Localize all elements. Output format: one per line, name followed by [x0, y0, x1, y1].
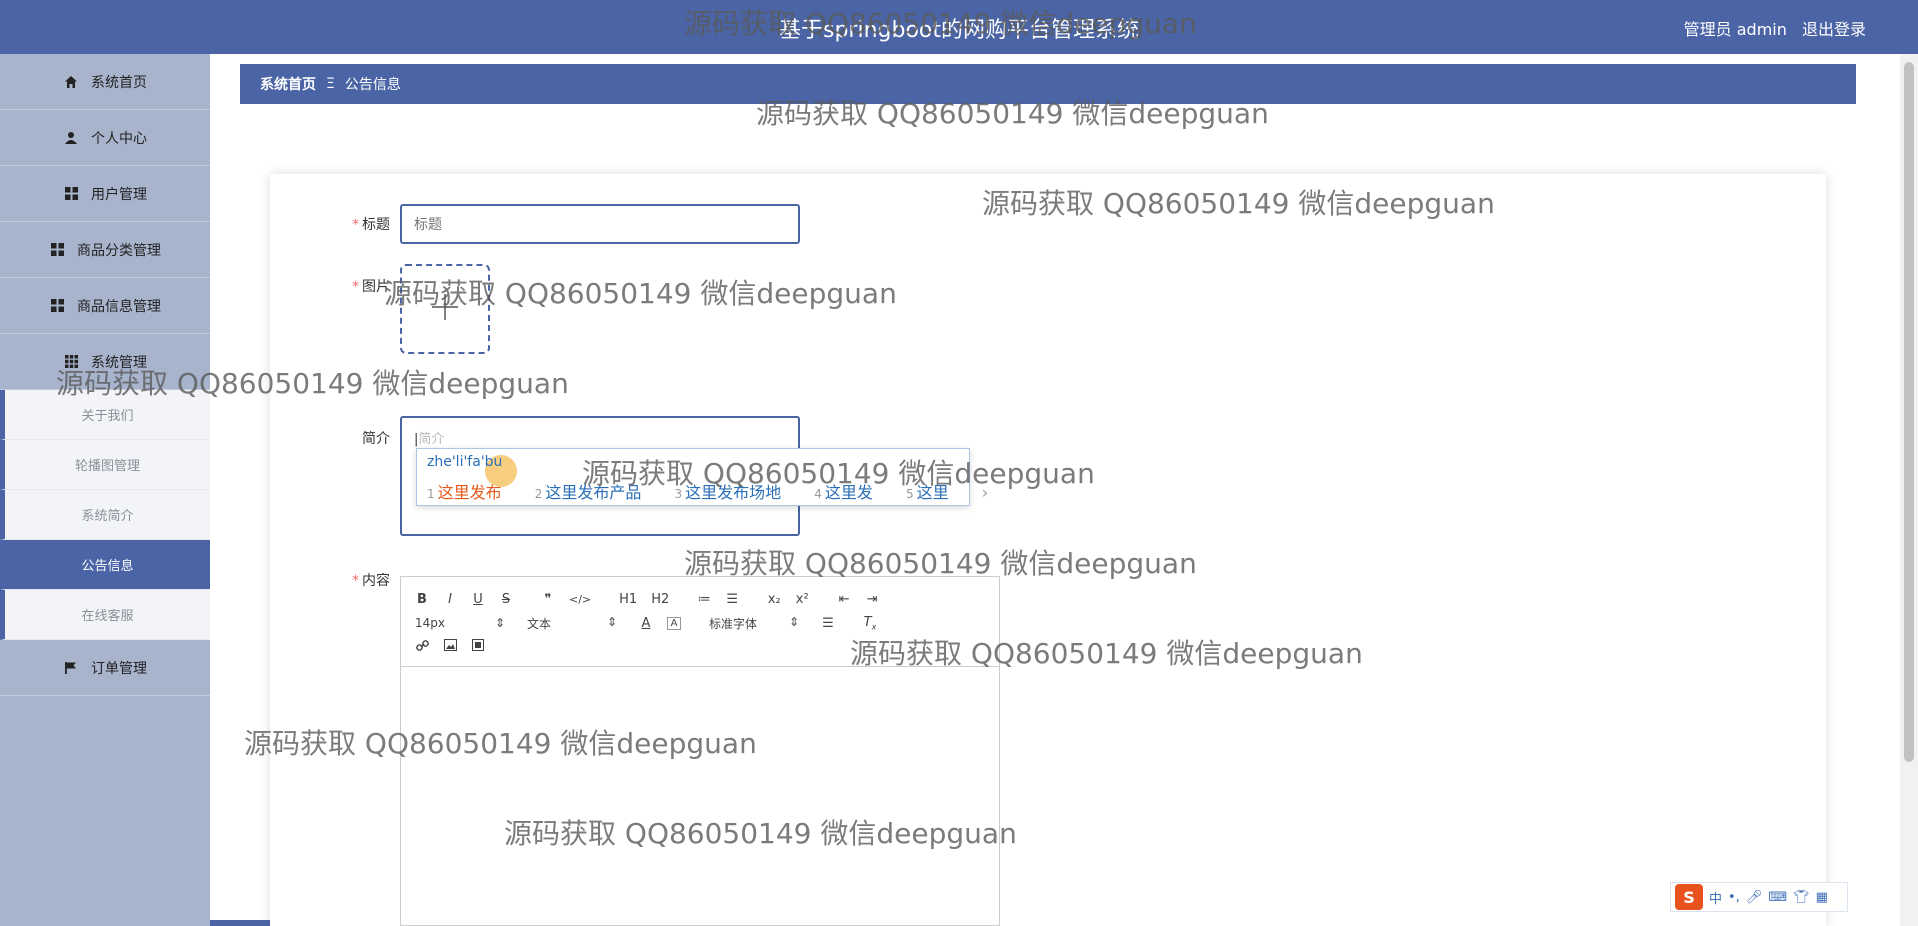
ime-candidate[interactable]: 5 这里 — [906, 483, 963, 502]
subitem-service[interactable]: 在线客服 — [0, 590, 210, 640]
page-scrollbar[interactable] — [1900, 54, 1918, 926]
updown-icon: ⇕ — [788, 614, 799, 629]
bottom-strip — [210, 920, 270, 926]
h2-button[interactable]: H2 — [651, 592, 669, 607]
clear-format-icon[interactable]: Tx — [863, 615, 877, 632]
user-icon — [63, 130, 79, 146]
ime-candidate[interactable]: 4 这里发 — [814, 483, 887, 502]
user-label: 管理员 admin — [1683, 20, 1787, 39]
link-icon[interactable] — [415, 639, 429, 656]
sidebar-item-profile[interactable]: 个人中心 — [0, 110, 210, 166]
blockquote-button[interactable]: ❞ — [541, 592, 555, 607]
rich-text-editor: B I U S ❞ </> H1 H2 ≔ ☰ x₂ x² ⇤ ⇥ 14px ⇕ … — [400, 576, 1000, 926]
ime-pinyin: zhe'li'fa'bu — [427, 454, 503, 470]
subitem-about[interactable]: 关于我们 — [0, 390, 210, 440]
sidebar-item-home[interactable]: 系统首页 — [0, 54, 210, 110]
ime-next-page[interactable]: › — [982, 483, 988, 502]
code-block-button[interactable]: </> — [569, 593, 591, 606]
grid-icon — [49, 242, 65, 258]
updown-icon: ⇕ — [606, 614, 617, 629]
breadcrumb: 系统首页 Ξ 公告信息 — [240, 64, 1856, 104]
sidebar-item-label: 用户管理 — [91, 186, 147, 203]
font-size-select[interactable]: 14px ⇕ — [415, 616, 505, 630]
editor-toolbar: B I U S ❞ </> H1 H2 ≔ ☰ x₂ x² ⇤ ⇥ 14px ⇕ … — [401, 577, 999, 667]
user-area: 管理员 admin 退出登录 — [1674, 16, 1866, 40]
sogou-logo-icon[interactable]: S — [1675, 884, 1703, 910]
block-type-select[interactable]: 文本 ⇕ — [527, 615, 617, 632]
sidebar-item-label: 商品信息管理 — [77, 298, 161, 315]
content-label: * 内容 — [352, 573, 390, 589]
scrollbar-thumb[interactable] — [1904, 62, 1914, 762]
sidebar-item-label: 系统管理 — [91, 354, 147, 371]
italic-button[interactable]: I — [443, 592, 457, 607]
h1-button[interactable]: H1 — [619, 592, 637, 607]
font-family-select[interactable]: 标准字体 ⇕ — [709, 615, 799, 632]
grid-icon — [49, 298, 65, 314]
subitem-notice[interactable]: 公告信息 — [0, 540, 210, 590]
grid-icon — [63, 186, 79, 202]
title-input[interactable] — [400, 204, 800, 244]
intro-placeholder: 简介 — [418, 432, 445, 447]
ime-punct-toggle[interactable]: •, — [1728, 890, 1740, 905]
align-icon[interactable]: ☰ — [821, 616, 835, 631]
underline-button[interactable]: U — [471, 592, 485, 607]
sidebar-item-system[interactable]: 系统管理 — [0, 334, 210, 390]
breadcrumb-separator: Ξ — [326, 76, 335, 92]
sidebar-item-category[interactable]: 商品分类管理 — [0, 222, 210, 278]
sidebar-item-label: 订单管理 — [91, 660, 147, 677]
breadcrumb-current: 公告信息 — [344, 77, 401, 93]
ime-candidates: 1 这里发布 2 这里发布产品 3 这里发布场地 4 这里发 5 这里 › — [427, 479, 1002, 503]
ime-candidate[interactable]: 2 这里发布产品 — [535, 483, 656, 502]
subscript-button[interactable]: x₂ — [767, 592, 781, 607]
top-header: 基于springboot的网购平台管理系统 管理员 admin 退出登录 — [0, 0, 1918, 54]
superscript-button[interactable]: x² — [795, 592, 809, 607]
ime-candidate[interactable]: 1 这里发布 — [427, 483, 516, 502]
text-color-icon[interactable]: A — [639, 616, 653, 631]
title-label: * 标题 — [352, 217, 390, 233]
sidebar-item-products[interactable]: 商品信息管理 — [0, 278, 210, 334]
flag-icon — [63, 660, 79, 676]
keyboard-icon[interactable]: ⌨ — [1768, 890, 1787, 905]
system-submenu: 关于我们 轮播图管理 系统简介 公告信息 在线客服 — [0, 390, 210, 640]
toolbar-row: 14px ⇕ 文本 ⇕ A A 标准字体 ⇕ ☰ Tx — [415, 611, 985, 635]
bullet-list-button[interactable]: ☰ — [725, 592, 739, 607]
ime-mode-toggle[interactable]: 中 — [1709, 888, 1722, 907]
indent-button[interactable]: ⇥ — [865, 592, 879, 607]
strike-button[interactable]: S — [499, 592, 513, 607]
apps-icon — [63, 354, 79, 370]
breadcrumb-home[interactable]: 系统首页 — [260, 74, 316, 94]
sidebar: 系统首页 个人中心 用户管理 商品分类管理 商品信息管理 系统管理 关于我们 轮… — [0, 54, 210, 926]
sidebar-item-label: 个人中心 — [91, 130, 147, 147]
app-title: 基于springboot的网购平台管理系统 — [778, 18, 1139, 43]
ordered-list-button[interactable]: ≔ — [697, 592, 711, 607]
microphone-icon[interactable]: 🎤︎ — [1746, 890, 1763, 905]
image-label: * 图片 — [352, 279, 390, 295]
logout-link[interactable]: 退出登录 — [1802, 20, 1866, 39]
ime-status-bar: S 中 •, 🎤︎ ⌨ 👕︎ ▦ — [1670, 882, 1848, 912]
background-color-icon[interactable]: A — [667, 616, 681, 630]
video-icon[interactable] — [471, 639, 485, 655]
outdent-button[interactable]: ⇤ — [837, 592, 851, 607]
ime-candidate[interactable]: 3 这里发布场地 — [675, 483, 796, 502]
sidebar-item-orders[interactable]: 订单管理 — [0, 640, 210, 696]
image-icon[interactable] — [443, 639, 457, 655]
sidebar-item-users[interactable]: 用户管理 — [0, 166, 210, 222]
bold-button[interactable]: B — [415, 592, 429, 607]
sidebar-item-label: 系统首页 — [91, 74, 147, 91]
editor-content-area[interactable] — [401, 667, 999, 925]
home-icon — [63, 74, 79, 90]
toolbar-row — [415, 635, 985, 659]
ime-candidate-window: zhe'li'fa'bu 1 这里发布 2 这里发布产品 3 这里发布场地 4 这里发 … — [416, 448, 988, 506]
subitem-intro[interactable]: 系统简介 — [0, 490, 210, 540]
toolbox-icon[interactable]: ▦ — [1816, 890, 1828, 905]
toolbar-row: B I U S ❞ </> H1 H2 ≔ ☰ x₂ x² ⇤ ⇥ — [415, 587, 985, 611]
subitem-carousel[interactable]: 轮播图管理 — [0, 440, 210, 490]
updown-icon: ⇕ — [494, 616, 505, 630]
intro-label: 简介 — [362, 431, 390, 447]
sidebar-item-label: 商品分类管理 — [77, 242, 161, 259]
plus-icon — [430, 292, 460, 326]
skin-icon[interactable]: 👕︎ — [1793, 890, 1810, 905]
image-upload[interactable] — [400, 264, 490, 354]
